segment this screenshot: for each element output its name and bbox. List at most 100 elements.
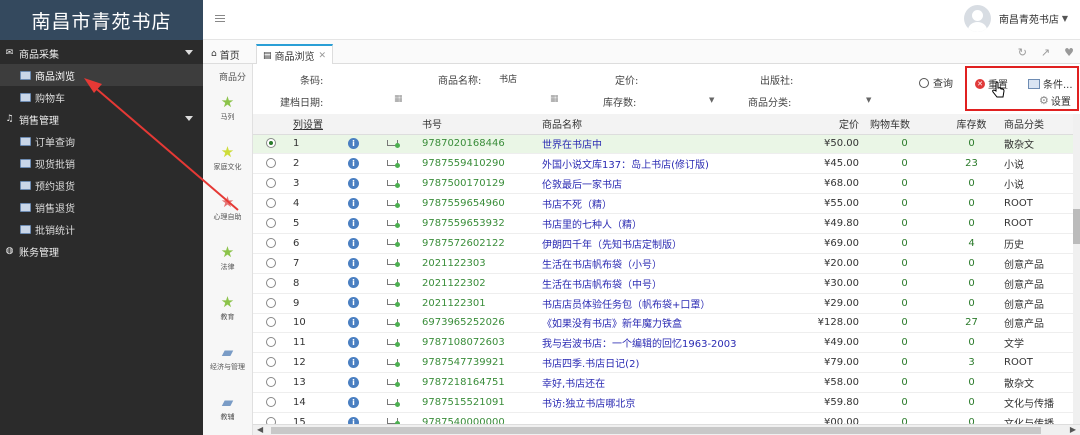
row-name[interactable]: 世界在书店中 [539,134,797,155]
row-cart[interactable] [381,253,419,274]
row-info[interactable]: i [345,412,381,424]
row-info[interactable]: i [345,134,381,155]
radio-button[interactable] [265,397,276,408]
add-to-cart-icon[interactable] [387,417,400,424]
row-select[interactable] [253,134,285,155]
radio-button[interactable] [265,218,276,228]
row-select[interactable] [253,372,285,394]
info-icon[interactable]: i [348,337,359,349]
row-info[interactable]: i [345,372,381,394]
row-cart[interactable] [381,213,419,234]
scroll-right-icon[interactable]: ▶ [1070,425,1076,434]
add-to-cart-icon[interactable] [387,159,400,168]
menu-item-cart[interactable]: 购物车 [0,86,203,108]
menu-toggle-icon[interactable] [215,13,225,24]
menu-item-orders[interactable]: 订单查询 [0,130,203,152]
strip-item[interactable]: ▰ 经济与管理 [203,338,252,388]
row-cart[interactable] [381,153,419,175]
chevron-down-icon[interactable]: ▼ [709,96,714,104]
table-row[interactable]: 8 i 2021122302 生活在书店帆布袋（中号） ¥30.00 0 0 创意产品 [253,273,1073,294]
info-icon[interactable]: i [348,376,359,388]
radio-button[interactable] [265,416,276,424]
radio-button[interactable] [265,337,276,348]
row-name[interactable]: 书店不死（精） [539,193,797,215]
chevron-down-icon[interactable]: ▼ [866,96,871,104]
row-cart[interactable] [381,293,419,314]
row-select[interactable] [253,253,285,274]
strip-item[interactable]: ★ 马列 [203,88,252,138]
radio-button[interactable] [265,377,276,388]
radio-button[interactable] [265,158,276,169]
row-info[interactable]: i [345,392,381,413]
radio-button[interactable] [265,237,276,248]
info-icon[interactable]: i [348,138,359,150]
row-name[interactable]: 书店里的七种人（精） [539,213,797,234]
calendar-icon[interactable]: ▦ [394,94,403,104]
row-info[interactable]: i [345,173,381,195]
row-cart[interactable] [381,332,419,354]
add-to-cart-icon[interactable] [387,258,400,268]
menu-item-spot-wholesale[interactable]: 现货批销 [0,152,203,174]
radio-button[interactable] [265,297,276,308]
info-icon[interactable]: i [348,177,359,189]
row-name[interactable]: 《如果没有书店》新年魔力铁盒 [539,313,797,334]
tab-browse[interactable]: ▤ 商品浏览 ✕ [256,44,334,65]
settings-button[interactable]: ⚙ 设置 [1039,93,1071,108]
row-info[interactable]: i [345,313,381,334]
info-icon[interactable]: i [348,197,359,209]
menu-item-reserve-return[interactable]: 预约退货 [0,174,203,196]
add-to-cart-icon[interactable] [387,199,400,208]
row-info[interactable]: i [345,153,381,175]
row-cart[interactable] [381,233,419,254]
row-info[interactable]: i [345,273,381,294]
info-icon[interactable]: i [348,237,359,249]
row-info[interactable]: i [345,213,381,234]
menu-group-sales[interactable]: ♫ 销售管理 [0,108,203,130]
scroll-thumb[interactable] [271,427,1041,434]
add-to-cart-icon[interactable] [387,338,400,347]
col-header-isbn[interactable]: 书号 [419,114,539,135]
row-name[interactable]: 外国小说文库137：岛上书店(修订版) [539,153,797,175]
info-icon[interactable]: i [348,356,359,368]
strip-item[interactable]: ★ 心理自助 [203,188,252,238]
add-to-cart-icon[interactable] [387,238,400,248]
strip-item[interactable]: ★ 教育 [203,288,252,338]
radio-button[interactable] [265,257,276,268]
row-info[interactable]: i [345,332,381,354]
info-icon[interactable]: i [348,317,359,329]
row-name[interactable]: 书店四季.书店日记(2) [539,352,797,374]
radio-button[interactable] [265,178,276,189]
col-header-price[interactable]: 定价 [797,114,867,135]
row-cart[interactable] [381,173,419,195]
table-row[interactable]: 10 i 6973965252026 《如果没有书店》新年魔力铁盒 ¥128.00 0 27… [253,313,1073,334]
row-select[interactable] [253,173,285,195]
add-to-cart-icon[interactable] [387,378,400,387]
table-row[interactable]: 1 i 9787020168446 世界在书店中 ¥50.00 0 0 散杂文 [253,134,1073,155]
row-name[interactable]: 我与岩波书店：一个编辑的回忆1963-2003 [539,332,797,354]
row-info[interactable]: i [345,352,381,374]
menu-item-sales-return[interactable]: 销售退货 [0,196,203,218]
scroll-thumb[interactable] [1073,209,1080,244]
row-name[interactable]: 幸好,书店还在 [539,372,797,394]
add-to-cart-icon[interactable] [387,179,400,188]
row-select[interactable] [253,193,285,215]
calendar-icon[interactable]: ▦ [550,94,559,104]
info-icon[interactable]: i [348,277,359,289]
menu-item-wholesale-stats[interactable]: 批销统计 [0,218,203,240]
strip-item[interactable]: ★ 法律 [203,238,252,288]
row-info[interactable]: i [345,253,381,274]
add-to-cart-icon[interactable] [387,298,400,308]
row-info[interactable]: i [345,193,381,215]
query-button[interactable]: 查询 [919,75,953,90]
user-menu[interactable]: 南昌青苑书店 ▼ [963,5,1068,32]
add-to-cart-icon[interactable] [387,219,400,228]
info-icon[interactable]: i [348,158,359,170]
heart-icon[interactable]: ♥ [1064,46,1074,59]
col-header-stock[interactable]: 库存数 [939,114,1001,135]
info-icon[interactable]: i [348,297,359,309]
condition-button[interactable]: 条件... [1028,76,1073,91]
info-icon[interactable]: i [348,396,359,408]
radio-button[interactable] [265,357,276,368]
radio-button[interactable] [265,277,276,288]
info-icon[interactable]: i [348,257,359,269]
